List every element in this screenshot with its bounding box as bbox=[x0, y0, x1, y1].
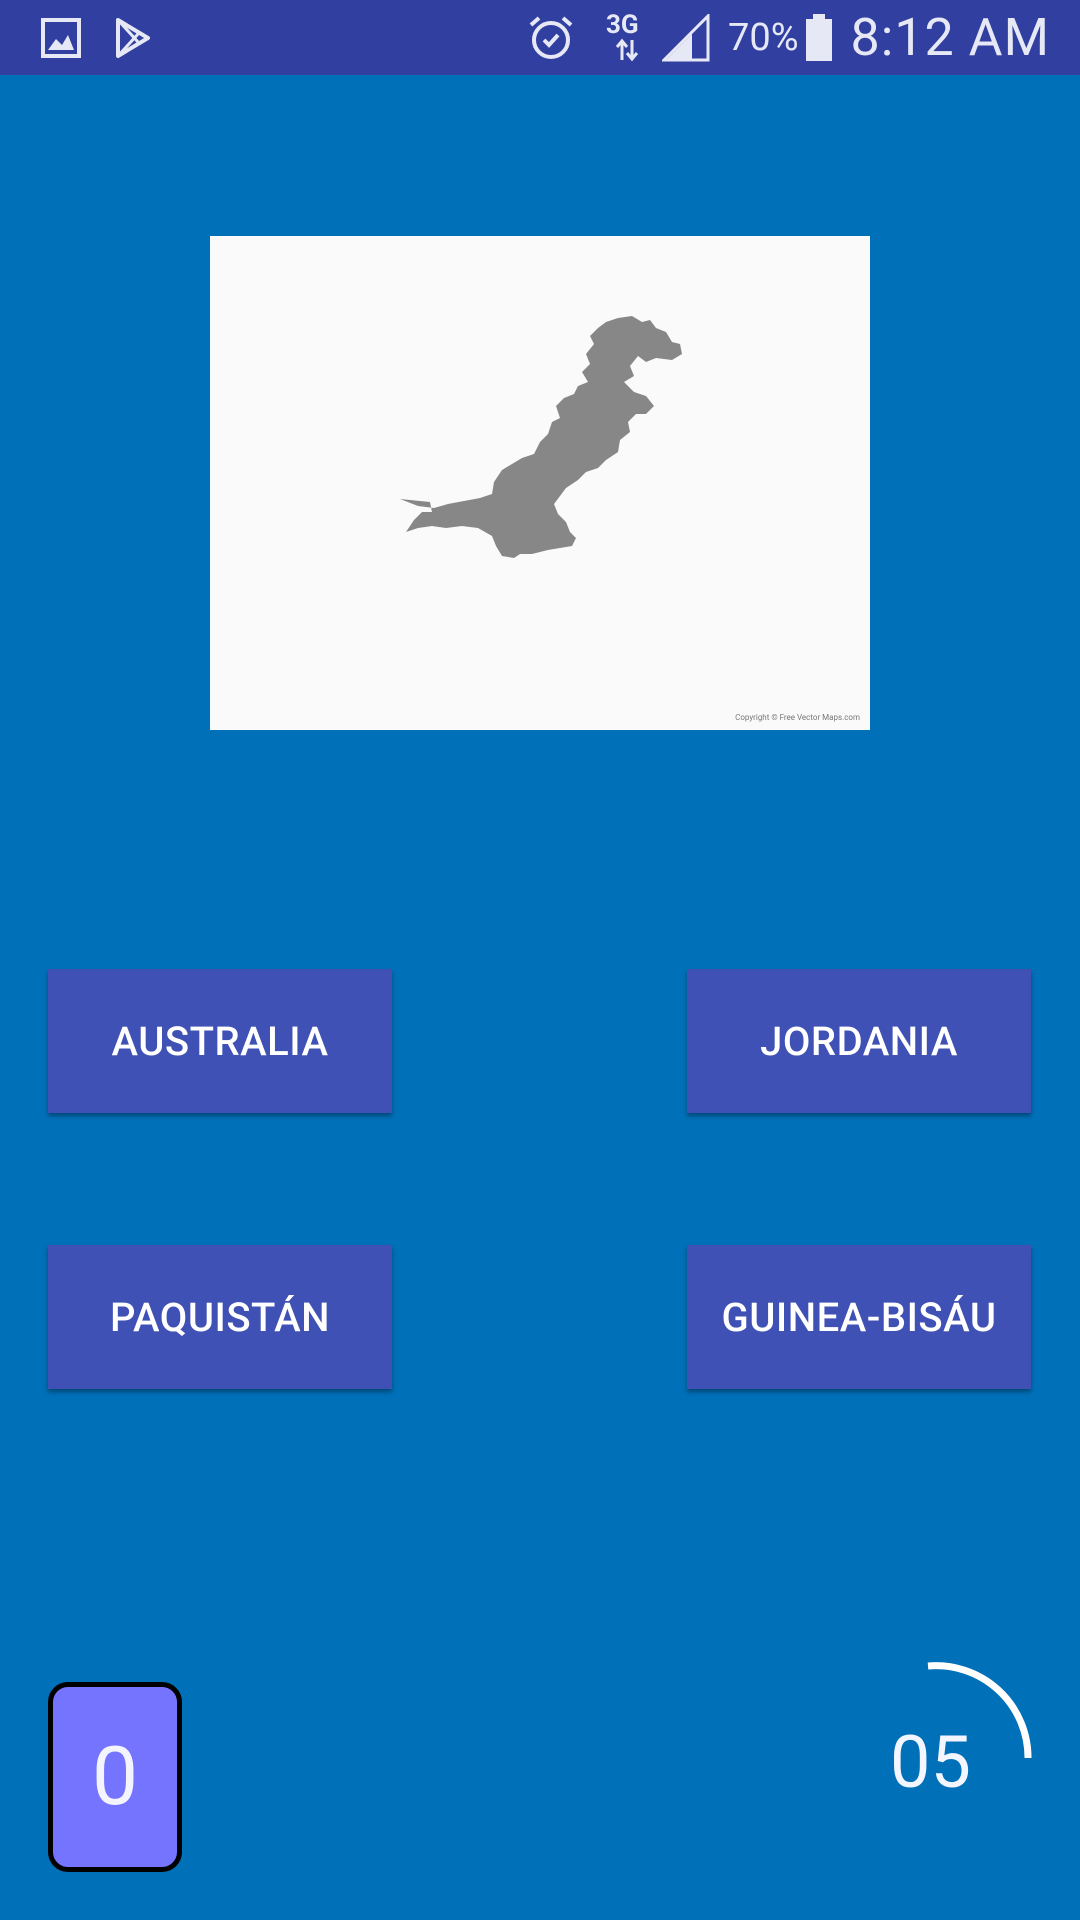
score-counter: 0 bbox=[48, 1682, 182, 1872]
play-store-icon bbox=[108, 0, 158, 75]
status-bar: 3G 70% 8:12 AM bbox=[0, 0, 1080, 75]
answer-button-australia[interactable]: AUSTRALIA bbox=[48, 969, 392, 1113]
answer-button-guinea-bisau[interactable]: GUINEA-BISÁU bbox=[687, 1245, 1031, 1389]
gallery-icon bbox=[36, 0, 86, 75]
alarm-icon bbox=[526, 0, 576, 75]
timer-value: 05 bbox=[890, 1720, 971, 1805]
answer-button-paquistan[interactable]: PAQUISTÁN bbox=[48, 1245, 392, 1389]
answer-button-jordania[interactable]: JORDANIA bbox=[687, 969, 1031, 1113]
pakistan-silhouette bbox=[400, 316, 682, 558]
data-arrows-icon bbox=[612, 30, 642, 70]
battery-icon bbox=[800, 0, 838, 75]
battery-percent: 70% bbox=[728, 15, 799, 60]
signal-icon bbox=[660, 0, 714, 75]
countdown-timer: 05 bbox=[860, 1650, 1060, 1850]
map-copyright: Copyright © Free Vector Maps.com bbox=[735, 713, 860, 722]
status-time: 8:12 AM bbox=[850, 7, 1050, 68]
country-map-image: Copyright © Free Vector Maps.com bbox=[210, 236, 870, 730]
